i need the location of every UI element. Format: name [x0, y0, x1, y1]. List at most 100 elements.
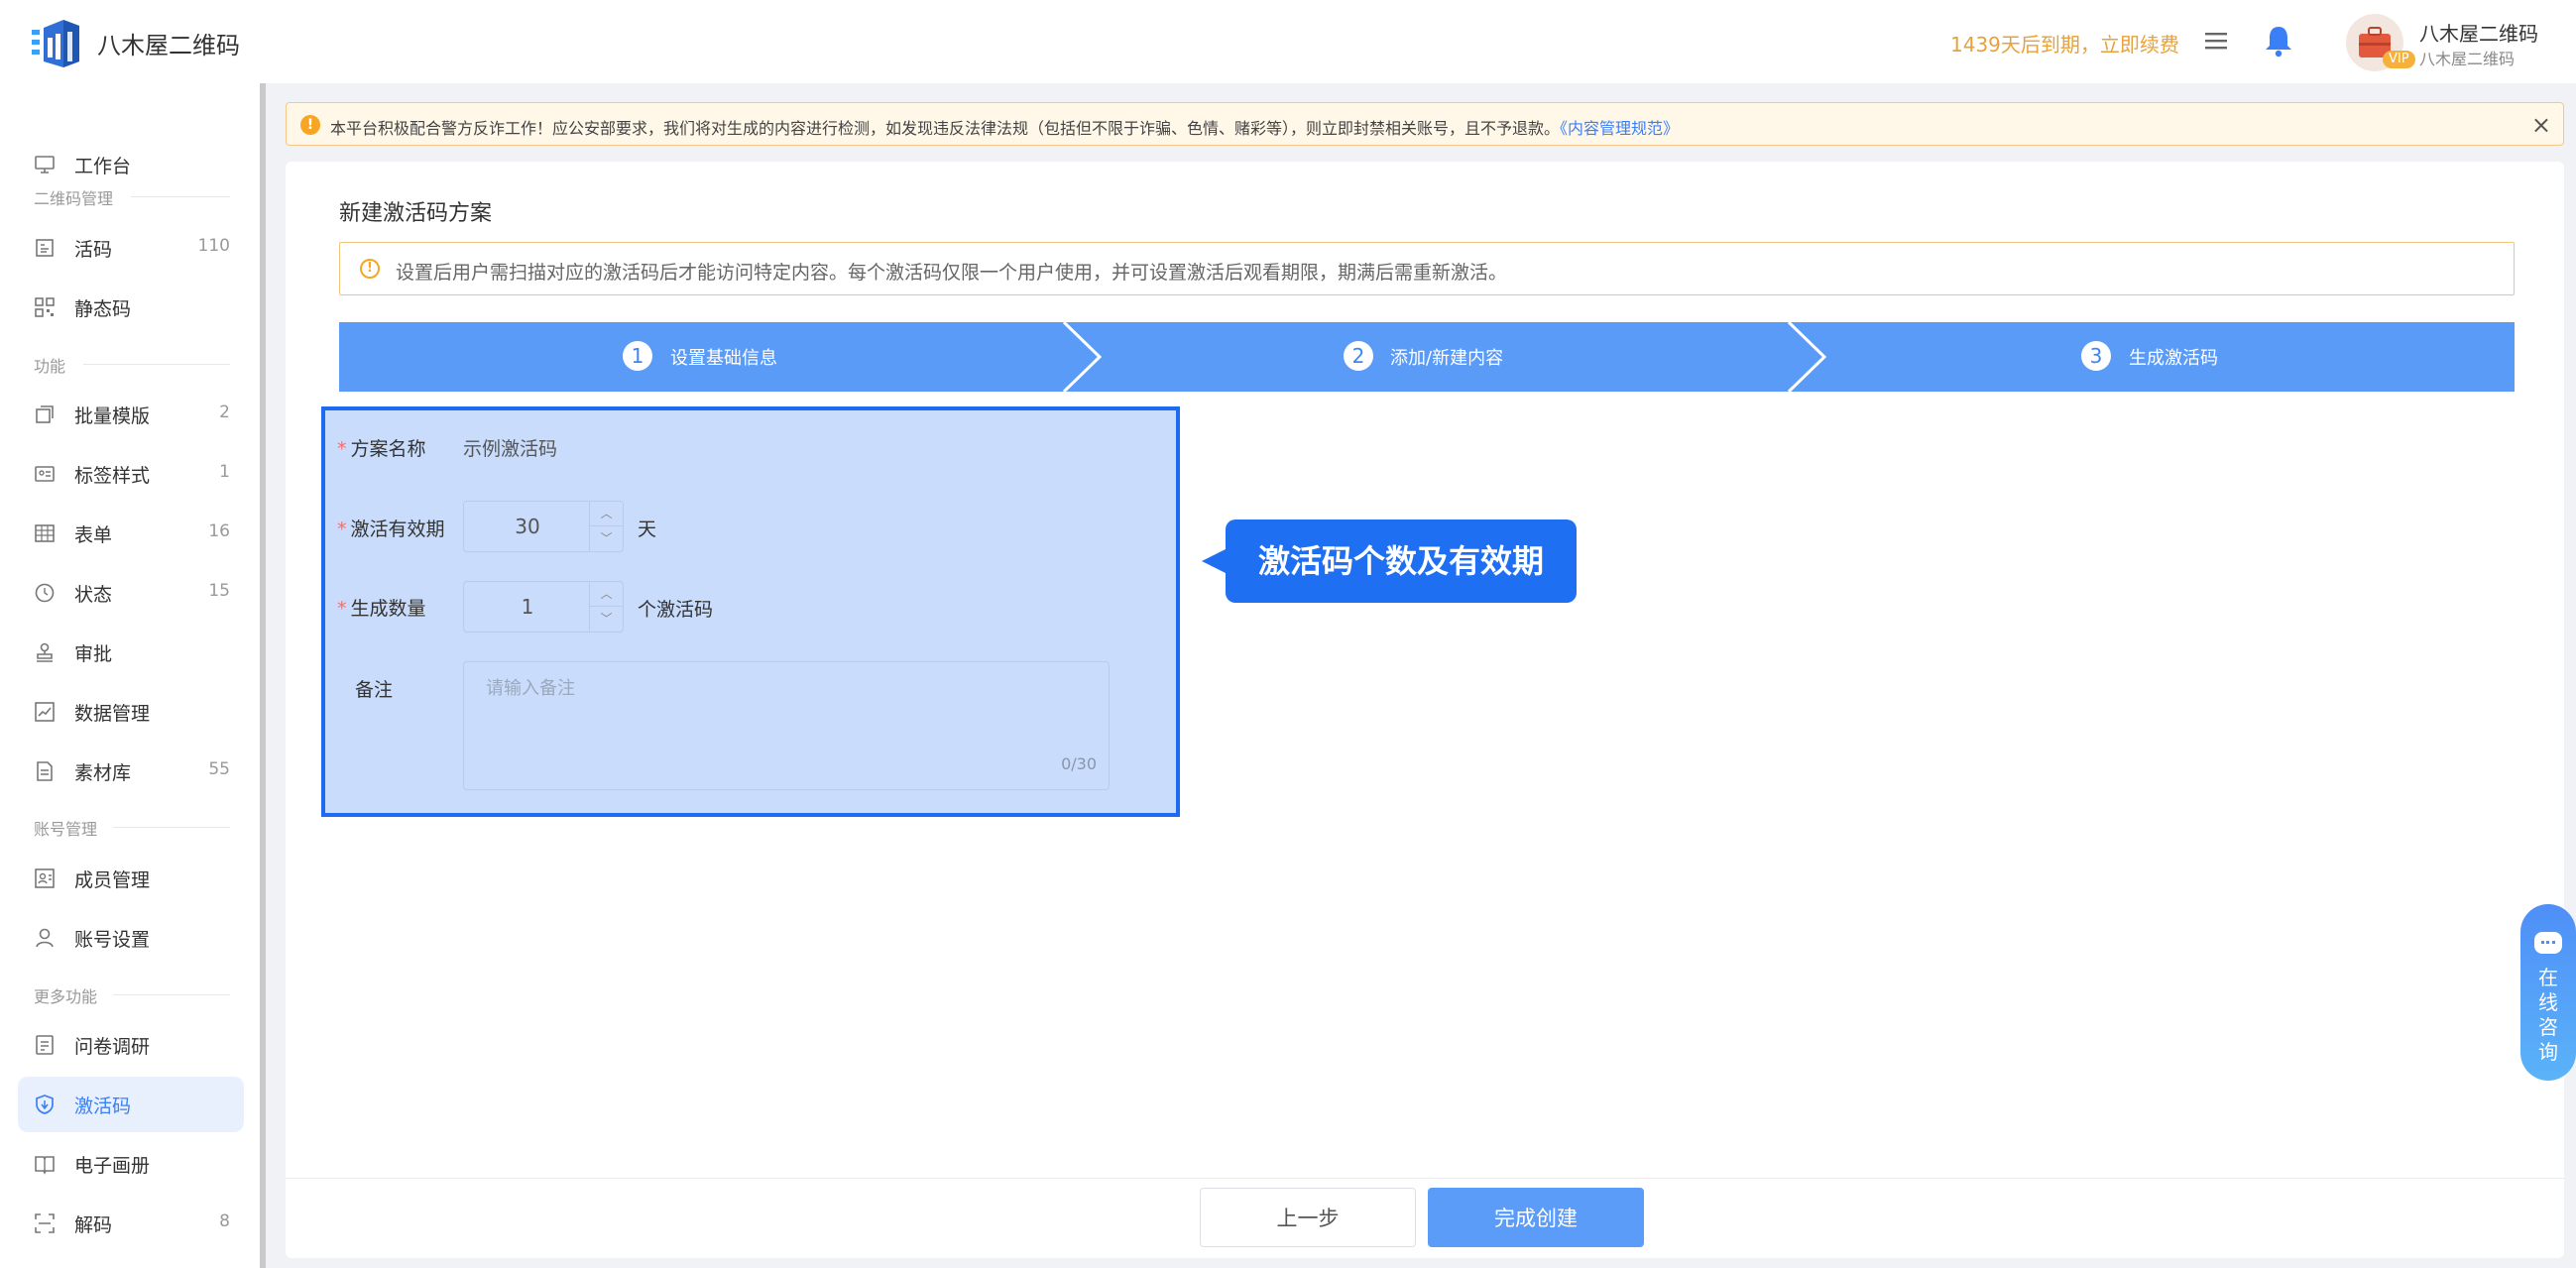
- sidebar-item-members[interactable]: 成员管理: [18, 851, 244, 906]
- remark-char-count: 0/30: [1061, 754, 1097, 773]
- group-title-account: 账号管理: [34, 820, 98, 839]
- sidebar-item-batch-template[interactable]: 批量模版 2: [18, 387, 244, 442]
- sidebar-item-count: 2: [219, 403, 230, 422]
- label-text: 方案名称: [350, 438, 426, 460]
- remark-placeholder: 请输入备注: [486, 678, 575, 699]
- sidebar-item-account-settings[interactable]: 账号设置: [18, 910, 244, 966]
- sidebar-item-materials[interactable]: 素材库 55: [18, 744, 244, 799]
- survey-icon: [36, 1035, 54, 1055]
- sidebar-item-label: 批量模版: [74, 405, 151, 427]
- valid-period-stepper[interactable]: 30 ︿ ﹀: [463, 501, 624, 552]
- sidebar-item-label: 电子画册: [74, 1155, 151, 1177]
- sidebar-item-label: 状态: [74, 584, 113, 606]
- consult-char: 线: [2538, 990, 2558, 1014]
- label-text: 激活有效期: [350, 519, 445, 540]
- tip-text: 设置后用户需扫描对应的激活码后才能访问特定内容。每个激活码仅限一个用户使用，并可…: [396, 262, 1508, 284]
- remark-textarea[interactable]: 请输入备注 0/30: [463, 661, 1110, 790]
- members-icon: [35, 868, 55, 888]
- page-title: 新建激活码方案: [339, 201, 493, 226]
- sidebar-item-count: 15: [208, 581, 230, 601]
- info-icon: !: [360, 259, 380, 279]
- sidebar-item-form[interactable]: 表单 16: [18, 506, 244, 561]
- sidebar-item-workbench[interactable]: 工作台: [18, 137, 244, 192]
- divider: [83, 364, 230, 365]
- valid-period-input[interactable]: 30: [464, 515, 591, 538]
- decrement-icon[interactable]: ﹀: [590, 607, 623, 632]
- sidebar-item-activation-code[interactable]: 激活码: [18, 1077, 244, 1132]
- stepper-arrows: ︿ ﹀: [589, 582, 623, 632]
- sidebar-scrollbar[interactable]: [260, 83, 266, 1268]
- decrement-icon[interactable]: ﹀: [590, 526, 623, 551]
- notice-bar: ! 本平台积极配合警方反诈工作！应公安部要求，我们将对生成的内容进行检测，如发现…: [286, 102, 2564, 146]
- monitor-icon: [35, 156, 55, 173]
- sidebar-item-static-code[interactable]: 静态码: [18, 280, 244, 335]
- quantity-stepper[interactable]: 1 ︿ ﹀: [463, 581, 624, 633]
- menu-icon[interactable]: [2203, 28, 2229, 54]
- top-header: 八木屋二维码 1439天后到期，立即续费 VIP 八木屋二维码 八木屋二维码: [0, 0, 2576, 83]
- notice-text: 本平台积极配合警方反诈工作！应公安部要求，我们将对生成的内容进行检测，如发现违反…: [330, 115, 1679, 139]
- steps-bar: 1 设置基础信息 2 添加/新建内容 3 生成激活码: [339, 322, 2515, 392]
- sidebar-item-count: 1: [219, 462, 230, 482]
- document-icon: [36, 239, 54, 257]
- user-subtitle: 八木屋二维码: [2419, 50, 2516, 68]
- sidebar-item-decode[interactable]: 解码 8: [18, 1196, 244, 1251]
- sidebar-item-label: 工作台: [74, 156, 132, 177]
- previous-step-button[interactable]: 上一步: [1200, 1188, 1416, 1247]
- sidebar-item-ebook[interactable]: 电子画册: [18, 1136, 244, 1192]
- sidebar-item-label: 数据管理: [74, 703, 151, 725]
- increment-icon[interactable]: ︿: [590, 582, 623, 607]
- chart-icon: [35, 702, 55, 722]
- valid-period-label: * 激活有效期: [337, 515, 445, 541]
- step-1-label: 设置基础信息: [670, 348, 777, 369]
- increment-icon[interactable]: ︿: [590, 502, 623, 526]
- finish-create-button[interactable]: 完成创建: [1428, 1188, 1644, 1247]
- period-unit: 天: [638, 519, 657, 540]
- sidebar-item-label: 激活码: [74, 1095, 132, 1117]
- close-icon[interactable]: ×: [2531, 111, 2551, 139]
- sidebar-item-label: 审批: [74, 643, 113, 665]
- divider: [113, 994, 230, 995]
- scheme-name-value[interactable]: 示例激活码: [463, 434, 557, 461]
- warning-icon: !: [300, 115, 320, 135]
- sidebar-item-status[interactable]: 状态 15: [18, 565, 244, 621]
- user-name[interactable]: 八木屋二维码: [2419, 18, 2538, 47]
- sidebar-item-survey[interactable]: 问卷调研: [18, 1017, 244, 1073]
- sidebar-item-label: 活码: [74, 239, 113, 261]
- divider: [113, 827, 230, 828]
- chat-icon: [2534, 932, 2562, 954]
- renew-link[interactable]: 1439天后到期，立即续费: [1950, 29, 2179, 58]
- table-icon: [35, 524, 55, 542]
- id-card-icon: [35, 466, 55, 482]
- step-2-label: 添加/新建内容: [1390, 348, 1504, 369]
- sidebar-item-count: 55: [208, 759, 230, 779]
- quantity-input[interactable]: 1: [464, 595, 591, 619]
- sidebar-item-label: 问卷调研: [74, 1036, 151, 1058]
- clock-icon: [35, 583, 55, 603]
- group-title-qrcode: 二维码管理: [34, 189, 114, 208]
- stamp-icon: [37, 642, 53, 662]
- sidebar-item-count: 16: [208, 521, 230, 541]
- sidebar-item-label: 标签样式: [74, 465, 151, 487]
- divider: [131, 196, 230, 197]
- logo-icon: [32, 20, 79, 67]
- sidebar-item-label-style[interactable]: 标签样式 1: [18, 446, 244, 502]
- sidebar-item-approval[interactable]: 审批: [18, 625, 244, 680]
- remark-label: 备注: [355, 679, 394, 701]
- bell-icon[interactable]: [2263, 24, 2294, 58]
- label-text: 生成数量: [350, 598, 426, 620]
- book-icon: [35, 1156, 55, 1175]
- content-policy-link[interactable]: 《内容管理规范》: [1560, 119, 1679, 138]
- qrcode-icon: [35, 297, 55, 317]
- annotation-callout: 激活码个数及有效期: [1226, 519, 1577, 603]
- online-consult-button[interactable]: 在 线 咨 询: [2520, 904, 2576, 1081]
- step-3-label: 生成激活码: [2129, 348, 2218, 369]
- sidebar-item-data-management[interactable]: 数据管理: [18, 684, 244, 740]
- sidebar-item-label: 成员管理: [74, 869, 151, 891]
- callout-pointer: [1202, 548, 1228, 574]
- copy-icon: [36, 405, 54, 423]
- step-1-number: 1: [623, 341, 652, 371]
- shield-icon: [36, 1095, 54, 1114]
- required-mark: *: [337, 438, 347, 460]
- notice-message: 本平台积极配合警方反诈工作！应公安部要求，我们将对生成的内容进行检测，如发现违反…: [330, 119, 1561, 138]
- sidebar-item-dynamic-code[interactable]: 活码 110: [18, 220, 244, 276]
